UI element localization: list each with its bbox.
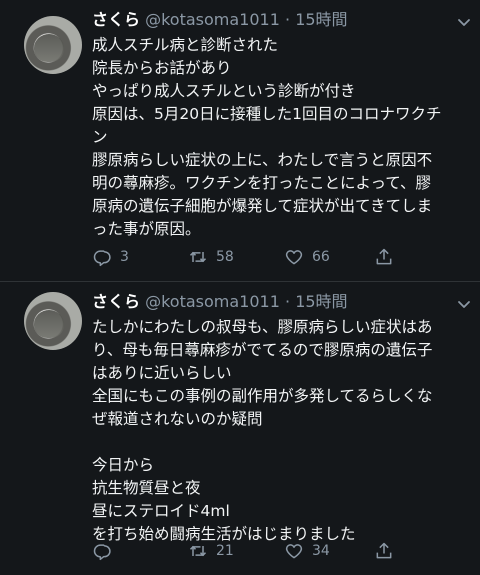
tweet-line: り、母も毎日蕁麻疹がでてるので膠原病の遺伝子: [92, 341, 433, 359]
like-count: 66: [312, 249, 330, 265]
tweet-line: 原因は、5月20日に接種した1回目のコロナワクチ: [92, 105, 442, 123]
reply-count: 3: [120, 249, 129, 265]
like-button[interactable]: 66: [284, 246, 330, 268]
retweet-icon: [189, 545, 207, 557]
share-button[interactable]: [374, 246, 394, 268]
tweet-line: 今日から: [92, 456, 155, 474]
tweet-line: 昼にステロイド4ml: [92, 502, 230, 520]
display-name[interactable]: さくら: [92, 292, 140, 311]
retweet-button[interactable]: 21: [188, 540, 234, 562]
tweet-line: たしかにわたしの叔母も、膠原病らしい症状はあ: [92, 318, 433, 336]
tweet-line: った事が原因。: [92, 220, 201, 238]
separator: ·: [285, 10, 291, 29]
tweet-actions: 3 58 66: [92, 246, 462, 268]
timestamp[interactable]: 15時間: [295, 10, 347, 29]
share-icon: [376, 542, 392, 559]
reply-button[interactable]: [92, 540, 120, 562]
separator: ·: [285, 292, 291, 311]
chevron-down-icon[interactable]: [456, 14, 472, 30]
display-name[interactable]: さくら: [92, 10, 140, 29]
retweet-icon: [189, 251, 207, 263]
tweet-line: ぜ報道されないのか疑問: [92, 410, 263, 428]
heart-icon: [285, 250, 303, 265]
tweet-line: はありに近いらしい: [92, 364, 232, 382]
tweet-line: ン: [92, 128, 108, 146]
tweet-line: 膠原病らしい症状の上に、わたしで言うと原因不: [92, 151, 433, 169]
tweet-line: 抗生物質昼と夜: [92, 479, 201, 497]
chevron-down-icon[interactable]: [456, 296, 472, 312]
tweet-line: 院長からお話があり: [92, 59, 232, 77]
retweet-count: 58: [216, 249, 234, 265]
reply-icon: [93, 544, 111, 561]
tweet-line: 明の蕁麻疹。ワクチンを打ったことによって、膠: [92, 174, 431, 192]
tweet-text: たしかにわたしの叔母も、膠原病らしい症状はあ り、母も毎日蕁麻疹がでてるので膠原…: [92, 316, 467, 546]
like-count: 34: [312, 543, 330, 559]
tweet-line: [92, 431, 467, 454]
tweet-line: やっぱり成人スチルという診断が付き: [92, 82, 356, 100]
avatar[interactable]: [24, 16, 82, 74]
like-button[interactable]: 34: [284, 540, 330, 562]
timestamp[interactable]: 15時間: [295, 292, 347, 311]
tweet-line: 成人スチル病と診断された: [92, 36, 279, 54]
tweet-text: 成人スチル病と診断された 院長からお話があり やっぱり成人スチルという診断が付き…: [92, 34, 467, 241]
tweet-header: さくら @kotasoma1011 · 15時間: [92, 10, 348, 30]
retweet-count: 21: [216, 543, 234, 559]
reply-icon: [93, 250, 111, 267]
retweet-button[interactable]: 58: [188, 246, 234, 268]
tweet-header: さくら @kotasoma1011 · 15時間: [92, 292, 348, 312]
handle[interactable]: @kotasoma1011: [145, 10, 280, 29]
avatar[interactable]: [24, 292, 82, 350]
reply-button[interactable]: 3: [92, 246, 129, 268]
heart-icon: [285, 544, 303, 559]
tweet-line: 全国にもこの事例の副作用が多発してるらしくな: [92, 387, 433, 405]
tweet-line: 原病の遺伝子細胞が爆発して症状が出てきてしま: [92, 197, 433, 215]
share-icon: [376, 248, 392, 265]
tweet[interactable]: さくら @kotasoma1011 · 15時間 成人スチル病と診断された 院長…: [0, 0, 480, 282]
tweet[interactable]: さくら @kotasoma1011 · 15時間 たしかにわたしの叔母も、膠原病…: [0, 282, 480, 575]
tweet-actions: 21 34: [92, 540, 462, 562]
share-button[interactable]: [374, 540, 394, 562]
handle[interactable]: @kotasoma1011: [145, 292, 280, 311]
